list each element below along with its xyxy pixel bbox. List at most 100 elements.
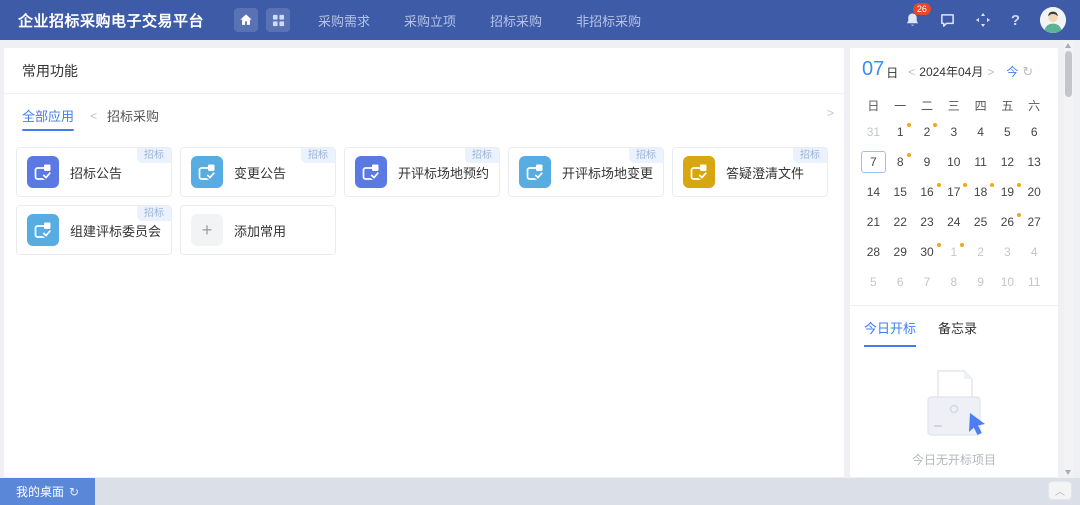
- tab-today-bid-opening[interactable]: 今日开标: [864, 318, 916, 347]
- nav-procurement-project[interactable]: 采购立项: [404, 11, 456, 30]
- apps-grid-button[interactable]: [266, 8, 290, 32]
- tab-bidding-category[interactable]: 招标采购: [107, 106, 159, 131]
- calendar-refresh-icon[interactable]: ↻: [1022, 64, 1033, 80]
- calendar-day[interactable]: 26: [994, 207, 1021, 237]
- app-card-label: 答疑澄清文件: [726, 163, 804, 182]
- avatar-icon: [1040, 7, 1066, 33]
- top-header: 企业招标采购电子交易平台 采购需求 采购立项 招标采购 非招标采购 26: [0, 0, 1080, 40]
- switch-apps-button[interactable]: [975, 12, 991, 28]
- help-button[interactable]: ?: [1011, 12, 1020, 29]
- app-card[interactable]: 答疑澄清文件招标: [672, 147, 828, 197]
- calendar-day[interactable]: 18: [967, 177, 994, 207]
- desktop-refresh-icon: ↻: [69, 485, 79, 499]
- calendar-day[interactable]: 8: [887, 147, 914, 177]
- calendar-day[interactable]: 24: [940, 207, 967, 237]
- calendar-day[interactable]: 10: [940, 147, 967, 177]
- calendar-day[interactable]: 2: [914, 117, 941, 147]
- app-icon: [27, 214, 59, 246]
- app-icon: [27, 156, 59, 188]
- weekday-label: 三: [940, 93, 967, 117]
- my-desktop-button[interactable]: 我的桌面 ↻: [0, 478, 95, 505]
- calendar-day[interactable]: 9: [967, 267, 994, 297]
- calendar-day[interactable]: 6: [1021, 117, 1048, 147]
- user-avatar[interactable]: [1040, 7, 1066, 33]
- calendar-day[interactable]: 28: [860, 237, 887, 267]
- calendar-day[interactable]: 11: [967, 147, 994, 177]
- calendar-day[interactable]: 9: [914, 147, 941, 177]
- calendar-day[interactable]: 16: [914, 177, 941, 207]
- calendar-day-suffix: 日: [886, 64, 898, 81]
- app-card-label: 招标公告: [70, 163, 122, 182]
- home-icon: [239, 13, 253, 27]
- collapse-button[interactable]: ︿: [1048, 481, 1072, 500]
- add-common-card[interactable]: +添加常用: [180, 205, 336, 255]
- calendar-day[interactable]: 17: [940, 177, 967, 207]
- calendar-day[interactable]: 8: [940, 267, 967, 297]
- calendar-day[interactable]: 1: [940, 237, 967, 267]
- chevron-right-icon[interactable]: >: [827, 106, 834, 120]
- tab-memo[interactable]: 备忘录: [938, 318, 977, 347]
- app-card[interactable]: 开评标场地变更招标: [508, 147, 664, 197]
- calendar-grid: 3112345678910111213141516171819202122232…: [850, 117, 1058, 297]
- calendar-day[interactable]: 4: [1021, 237, 1048, 267]
- calendar-day[interactable]: 30: [914, 237, 941, 267]
- nav-bidding-procurement[interactable]: 招标采购: [490, 11, 542, 30]
- calendar-next-button[interactable]: >: [983, 65, 998, 79]
- chevron-left-icon: <: [90, 109, 97, 123]
- calendar-day[interactable]: 25: [967, 207, 994, 237]
- app-icon: [355, 156, 387, 188]
- calendar-day[interactable]: 19: [994, 177, 1021, 207]
- add-common-label: 添加常用: [234, 221, 286, 240]
- notification-badge: 26: [913, 3, 931, 15]
- calendar-day[interactable]: 7: [914, 267, 941, 297]
- nav-non-bidding-procurement[interactable]: 非招标采购: [576, 11, 641, 30]
- calendar-day[interactable]: 5: [860, 267, 887, 297]
- weekday-label: 日: [860, 93, 887, 117]
- scroll-down-arrow-icon[interactable]: [1065, 470, 1071, 475]
- calendar-day[interactable]: 20: [1021, 177, 1048, 207]
- calendar-day[interactable]: 3: [940, 117, 967, 147]
- calendar-day[interactable]: 31: [860, 117, 887, 147]
- scrollbar-thumb[interactable]: [1065, 51, 1072, 97]
- calendar-day[interactable]: 22: [887, 207, 914, 237]
- vertical-scrollbar[interactable]: [1064, 42, 1073, 476]
- calendar-day[interactable]: 14: [860, 177, 887, 207]
- app-card-tag: 招标: [465, 148, 499, 163]
- calendar-day[interactable]: 2: [967, 237, 994, 267]
- calendar-day[interactable]: 10: [994, 267, 1021, 297]
- calendar-day[interactable]: 1: [887, 117, 914, 147]
- calendar-day[interactable]: 13: [1021, 147, 1048, 177]
- calendar-day[interactable]: 6: [887, 267, 914, 297]
- nav-procurement-demand[interactable]: 采购需求: [318, 11, 370, 30]
- app-card[interactable]: 组建评标委员会招标: [16, 205, 172, 255]
- calendar-day[interactable]: 3: [994, 237, 1021, 267]
- weekday-label: 五: [994, 93, 1021, 117]
- app-card-tag: 招标: [793, 148, 827, 163]
- messages-button[interactable]: [940, 13, 955, 28]
- app-icon: [191, 156, 223, 188]
- bottom-taskbar: 我的桌面 ↻: [0, 478, 1080, 505]
- calendar-day[interactable]: 11: [1021, 267, 1048, 297]
- app-icon: [519, 156, 551, 188]
- calendar-day[interactable]: 4: [967, 117, 994, 147]
- calendar-day[interactable]: 15: [887, 177, 914, 207]
- calendar-day[interactable]: 12: [994, 147, 1021, 177]
- calendar-today-button[interactable]: 今: [1006, 63, 1018, 80]
- home-button[interactable]: [234, 8, 258, 32]
- app-card-tag: 招标: [137, 148, 171, 163]
- app-card[interactable]: 招标公告招标: [16, 147, 172, 197]
- calendar-day[interactable]: 23: [914, 207, 941, 237]
- calendar-day-selected[interactable]: 7: [860, 147, 887, 177]
- calendar-day[interactable]: 21: [860, 207, 887, 237]
- notifications-button[interactable]: 26: [905, 12, 920, 28]
- calendar-day[interactable]: 5: [994, 117, 1021, 147]
- calendar-day[interactable]: 29: [887, 237, 914, 267]
- calendar-month-label: 2024年04月: [919, 63, 983, 80]
- tab-all-apps[interactable]: 全部应用: [22, 106, 74, 131]
- calendar-prev-button[interactable]: <: [904, 65, 919, 79]
- app-card[interactable]: 开评标场地预约招标: [344, 147, 500, 197]
- app-card[interactable]: 变更公告招标: [180, 147, 336, 197]
- scroll-up-arrow-icon[interactable]: [1065, 43, 1071, 48]
- common-functions-panel: 常用功能 全部应用 < 招标采购 > 招标公告招标 变更公告招标 开评标场地预约…: [4, 48, 844, 477]
- calendar-day[interactable]: 27: [1021, 207, 1048, 237]
